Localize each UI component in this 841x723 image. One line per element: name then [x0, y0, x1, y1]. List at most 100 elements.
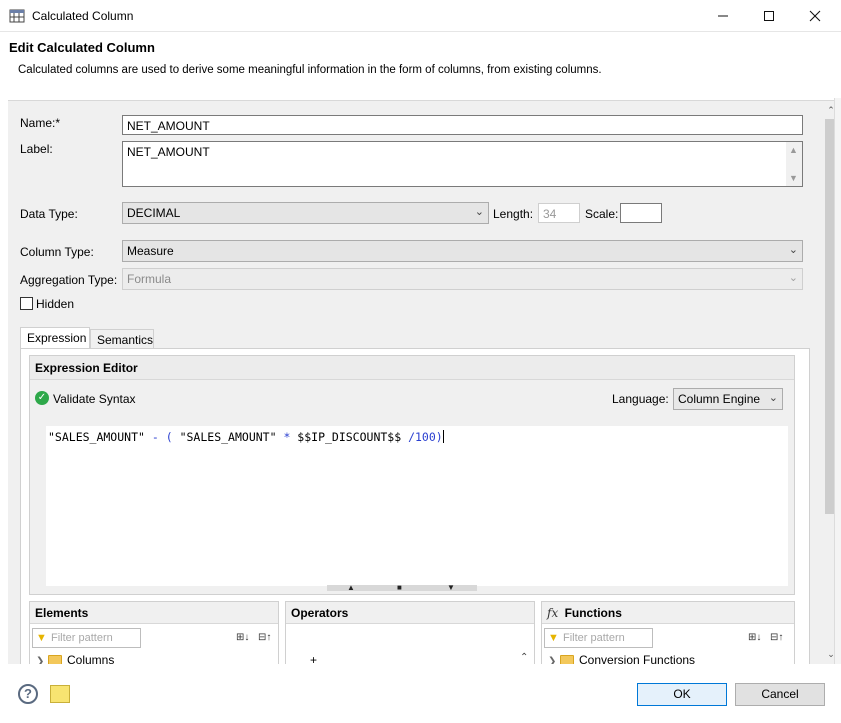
- aggregation-type-label: Aggregation Type:: [20, 273, 117, 287]
- minimize-button[interactable]: [700, 0, 746, 32]
- validate-syntax-button[interactable]: Validate Syntax: [53, 392, 136, 406]
- folder-icon: [48, 655, 62, 664]
- expression-editor: Expression Editor ✓ Validate Syntax Lang…: [29, 355, 795, 595]
- text-cursor: [443, 430, 444, 443]
- close-button[interactable]: [792, 0, 838, 32]
- scroll-up-icon: ▲: [789, 145, 798, 155]
- tab-expression[interactable]: Expression: [20, 327, 90, 349]
- data-type-label: Data Type:: [20, 207, 78, 221]
- dialog-footer: ? OK Cancel: [0, 664, 841, 723]
- tree-item-label: Columns: [67, 653, 114, 664]
- page-title: Edit Calculated Column: [9, 40, 155, 55]
- chevron-down-icon: ⌄: [789, 271, 798, 284]
- filter-icon: ▼: [548, 632, 559, 644]
- folder-icon: [560, 655, 574, 664]
- scale-field[interactable]: [620, 203, 662, 223]
- functions-filter-placeholder: Filter pattern: [563, 632, 625, 644]
- cancel-button[interactable]: Cancel: [735, 683, 825, 706]
- splitter-down-icon[interactable]: ▼: [447, 583, 455, 592]
- code-token: *: [277, 430, 298, 444]
- note-icon[interactable]: [50, 685, 70, 703]
- filter-icon: ▼: [36, 632, 47, 644]
- content-area: Name:* NET_AMOUNT Label: NET_AMOUNT ▲ ▼ …: [8, 100, 834, 664]
- tree-item-conversion-functions[interactable]: ❯ Conversion Functions: [548, 653, 695, 664]
- background-edge: [834, 32, 841, 723]
- chevron-down-icon[interactable]: ⌄: [826, 649, 834, 661]
- calculated-column-icon: [9, 8, 25, 24]
- chevron-right-icon: ❯: [548, 656, 560, 664]
- functions-pane: fx Functions ▼ Filter pattern ⊞↓ ⊟↑ ❯ Con…: [541, 601, 795, 664]
- splitter-up-icon[interactable]: ▲: [347, 583, 355, 592]
- expand-all-icon[interactable]: ⊞↓: [748, 632, 761, 643]
- hidden-checkbox[interactable]: [20, 297, 33, 310]
- expression-code-editor[interactable]: "SALES_AMOUNT" - ( "SALES_AMOUNT" * $$IP…: [46, 426, 788, 586]
- chevron-up-icon[interactable]: ⌃: [520, 652, 528, 663]
- length-field: 34: [538, 203, 580, 223]
- column-type-label: Column Type:: [20, 245, 94, 259]
- code-token: $$IP_DISCOUNT$$: [297, 430, 401, 444]
- language-select[interactable]: Column Engine ⌄: [673, 388, 783, 410]
- page-subtitle: Calculated columns are used to derive so…: [18, 64, 602, 76]
- maximize-icon: [763, 10, 775, 22]
- collapse-all-icon[interactable]: ⊟↑: [258, 632, 271, 643]
- maximize-button[interactable]: [746, 0, 792, 32]
- title-bar: Calculated Column: [0, 0, 841, 32]
- scale-label: Scale:: [585, 207, 618, 221]
- name-field[interactable]: NET_AMOUNT: [122, 115, 803, 135]
- operators-title: Operators: [286, 602, 534, 624]
- operators-pane: Operators + ⌃: [285, 601, 535, 664]
- column-type-value: Measure: [127, 244, 174, 258]
- column-type-select[interactable]: Measure ⌄: [122, 240, 803, 262]
- tree-item-columns[interactable]: ❯ Columns: [36, 653, 114, 664]
- data-type-select[interactable]: DECIMAL ⌄: [122, 202, 489, 224]
- aggregation-type-value: Formula: [127, 272, 171, 286]
- close-icon: [809, 10, 821, 22]
- dialog-header: Edit Calculated Column Calculated column…: [0, 32, 841, 98]
- scroll-down-icon: ▼: [789, 173, 798, 183]
- code-token: -: [145, 430, 166, 444]
- language-value: Column Engine: [678, 392, 760, 406]
- chevron-down-icon: ⌄: [769, 391, 778, 404]
- label-field-value: NET_AMOUNT: [127, 145, 210, 159]
- elements-title: Elements: [30, 602, 278, 624]
- chevron-up-icon[interactable]: ⌃: [826, 105, 834, 117]
- collapse-all-icon[interactable]: ⊟↑: [770, 632, 783, 643]
- elements-filter-placeholder: Filter pattern: [51, 632, 113, 644]
- chevron-down-icon: ⌄: [789, 243, 798, 256]
- hidden-label: Hidden: [36, 297, 74, 311]
- length-label: Length:: [493, 207, 533, 221]
- functions-title: Functions: [565, 606, 622, 620]
- code-token: "SALES_AMOUNT": [180, 430, 277, 444]
- label-label: Label:: [20, 142, 53, 156]
- code-token: "SALES_AMOUNT": [48, 430, 145, 444]
- elements-pane: Elements ▼ Filter pattern ⊞↓ ⊟↑ ❯ Columns: [29, 601, 279, 664]
- scrollbar-thumb[interactable]: [825, 119, 834, 514]
- check-circle-icon[interactable]: ✓: [35, 391, 49, 405]
- label-field[interactable]: NET_AMOUNT ▲ ▼: [122, 141, 803, 187]
- expand-all-icon[interactable]: ⊞↓: [236, 632, 249, 643]
- functions-filter-input[interactable]: ▼ Filter pattern: [544, 628, 653, 648]
- name-label: Name:*: [20, 116, 60, 130]
- tab-semantics[interactable]: Semantics: [90, 329, 154, 349]
- function-icon: fx: [547, 606, 558, 620]
- functions-title-bar: fx Functions: [542, 602, 794, 624]
- chevron-right-icon: ❯: [36, 656, 48, 664]
- splitter-handle-icon[interactable]: ■: [397, 583, 402, 592]
- minimize-icon: [717, 10, 729, 22]
- help-icon[interactable]: ?: [18, 684, 38, 704]
- data-type-value: DECIMAL: [127, 206, 180, 220]
- tree-item-label: Conversion Functions: [579, 653, 695, 664]
- editor-splitter[interactable]: ▲ ■ ▼: [327, 585, 477, 591]
- expression-editor-title: Expression Editor: [30, 356, 794, 380]
- label-field-scrollbar[interactable]: ▲ ▼: [786, 142, 802, 186]
- content-scrollbar[interactable]: ⌃ ⌄: [823, 101, 834, 664]
- expression-tab-panel: Expression Editor ✓ Validate Syntax Lang…: [20, 348, 810, 664]
- code-token: /100): [401, 430, 443, 444]
- chevron-down-icon: ⌄: [475, 205, 484, 218]
- validate-row: ✓ Validate Syntax Language: Column Engin…: [30, 380, 794, 420]
- aggregation-type-select: Formula ⌄: [122, 268, 803, 290]
- ok-button[interactable]: OK: [637, 683, 727, 706]
- elements-filter-input[interactable]: ▼ Filter pattern: [32, 628, 141, 648]
- code-token: (: [166, 430, 180, 444]
- operator-item[interactable]: +: [310, 653, 317, 664]
